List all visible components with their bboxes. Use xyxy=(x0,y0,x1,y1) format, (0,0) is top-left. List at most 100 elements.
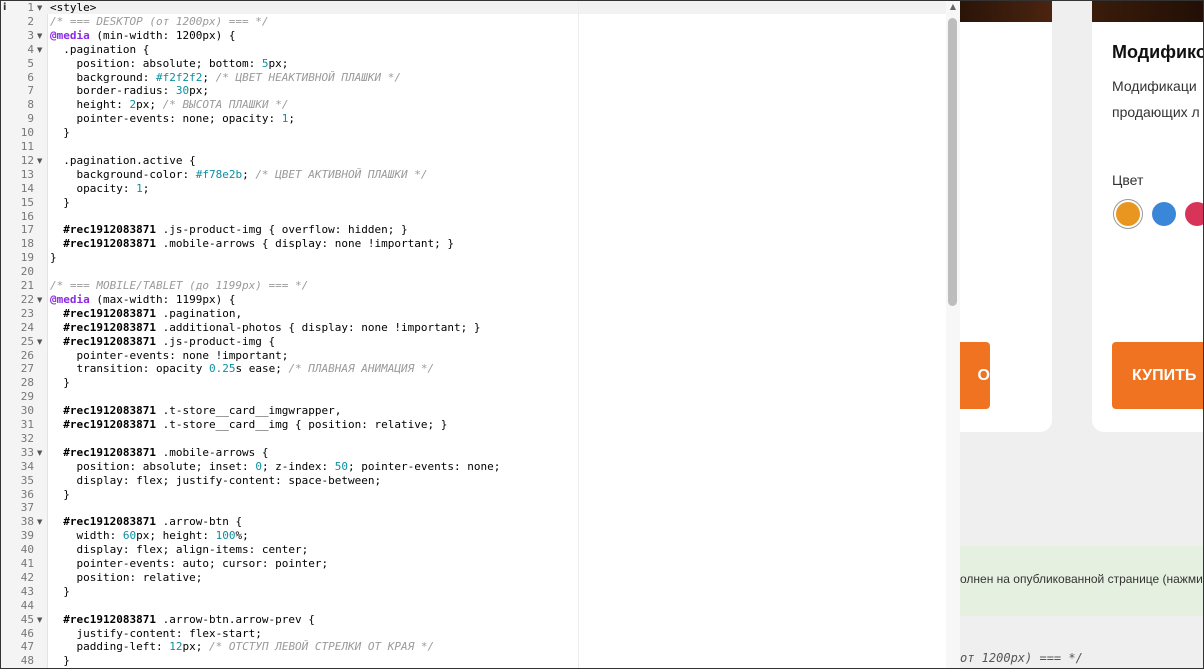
code-text: border-radius: 30px; xyxy=(50,84,209,98)
code-line[interactable]: 20 xyxy=(0,265,948,279)
code-line[interactable]: 28 } xyxy=(0,376,948,390)
fold-arrow-icon[interactable]: ▼ xyxy=(37,29,42,43)
code-line[interactable]: 21 /* === MOBILE/TABLET (до 1199px) === *… xyxy=(0,279,948,293)
code-line[interactable]: 10 } xyxy=(0,126,948,140)
fold-arrow-icon[interactable]: ▼ xyxy=(37,446,42,460)
code-line[interactable]: 3 ▼ @media (min-width: 1200px) { xyxy=(0,29,948,43)
fold-arrow-icon[interactable]: ▼ xyxy=(37,613,42,627)
code-line[interactable]: 24 #rec1912083871 .additional-photos { d… xyxy=(0,321,948,335)
code-line[interactable]: 39 width: 60px; height: 100%; xyxy=(0,529,948,543)
code-line[interactable]: 15 } xyxy=(0,196,948,210)
code-line[interactable]: 40 display: flex; align-items: center; xyxy=(0,543,948,557)
code-text: } xyxy=(50,487,70,501)
fold-arrow-icon[interactable]: ▼ xyxy=(37,293,42,307)
code-line[interactable]: 45 ▼ #rec1912083871 .arrow-btn.arrow-prev… xyxy=(0,613,948,627)
fold-arrow-icon[interactable]: ▼ xyxy=(37,335,42,349)
code-line[interactable]: 26 pointer-events: none !important; xyxy=(0,349,948,363)
scrollbar-thumb[interactable] xyxy=(948,18,957,306)
code-line[interactable]: 42 position: relative; xyxy=(0,571,948,585)
code-line[interactable]: 18 #rec1912083871 .mobile-arrows { displ… xyxy=(0,237,948,251)
code-text: pointer-events: none; opacity: 1; xyxy=(50,112,296,126)
code-line[interactable]: 44 xyxy=(0,599,948,613)
code-text: pointer-events: auto; cursor: pointer; xyxy=(50,557,329,570)
buy-button-left[interactable]: О xyxy=(960,342,990,409)
product-description-line-1: Модификаци xyxy=(1112,78,1197,94)
code-line[interactable]: 37 xyxy=(0,501,948,515)
code-text: position: absolute; bottom: 5px; xyxy=(50,56,289,70)
code-line[interactable]: 6 background: #f2f2f2; /* ЦВЕТ НЕАКТИВНО… xyxy=(0,71,948,85)
code-line[interactable]: 41 pointer-events: auto; cursor: pointer… xyxy=(0,557,948,571)
buy-button[interactable]: КУПИТЬ xyxy=(1112,342,1204,409)
code-line[interactable]: 30 #rec1912083871 .t-store__card__imgwra… xyxy=(0,404,948,418)
code-line[interactable]: 33 ▼ #rec1912083871 .mobile-arrows { xyxy=(0,446,948,460)
code-line[interactable]: 36 } xyxy=(0,488,948,502)
line-number: 7 xyxy=(27,84,34,98)
line-number: 18 xyxy=(20,237,34,251)
line-number: 44 xyxy=(20,598,34,612)
code-line[interactable]: 29 xyxy=(0,390,948,404)
product-image-left xyxy=(960,0,1052,22)
line-number: 19 xyxy=(20,251,34,265)
scroll-up-arrow-icon[interactable]: ▲ xyxy=(948,2,958,12)
fold-arrow-icon[interactable]: ▼ xyxy=(37,43,42,57)
code-line[interactable]: 34 position: absolute; inset: 0; z-index… xyxy=(0,460,948,474)
code-text: position: absolute; inset: 0; z-index: 5… xyxy=(50,459,501,473)
line-number: 45 xyxy=(20,612,34,626)
color-swatch-orange[interactable] xyxy=(1116,202,1140,226)
code-text: background: #f2f2f2; /* ЦВЕТ НЕАКТИВНОЙ … xyxy=(50,70,402,84)
line-number: 12 xyxy=(20,153,34,167)
code-text: pointer-events: none !important; xyxy=(50,348,289,362)
code-line[interactable]: 38 ▼ #rec1912083871 .arrow-btn { xyxy=(0,515,948,529)
code-line[interactable]: 7 border-radius: 30px; xyxy=(0,84,948,98)
line-number: 38 xyxy=(20,515,34,529)
code-text: } xyxy=(50,376,70,390)
color-swatch-blue[interactable] xyxy=(1152,202,1176,226)
code-line[interactable]: 1 ▼ <style> xyxy=(0,1,948,15)
line-number: 23 xyxy=(20,306,34,320)
code-line[interactable]: 5 position: absolute; bottom: 5px; xyxy=(0,57,948,71)
code-line[interactable]: 16 xyxy=(0,210,948,224)
code-line[interactable]: 11 xyxy=(0,140,948,154)
code-line[interactable]: 25 ▼ #rec1912083871 .js-product-img { xyxy=(0,335,948,349)
line-number: 2 xyxy=(27,14,34,28)
code-line[interactable]: 17 #rec1912083871 .js-product-img { over… xyxy=(0,223,948,237)
code-line[interactable]: 32 xyxy=(0,432,948,446)
code-line[interactable]: 4 ▼ .pagination { xyxy=(0,43,948,57)
fold-arrow-icon[interactable]: ▼ xyxy=(37,1,42,15)
code-text: #rec1912083871 .mobile-arrows { display:… xyxy=(63,237,454,251)
code-line[interactable]: 43 } xyxy=(0,585,948,599)
code-text: } xyxy=(50,251,57,265)
code-text: /* === MOBILE/TABLET (до 1199px) === */ xyxy=(50,279,309,292)
code-line[interactable]: 48 } xyxy=(0,654,948,668)
code-line[interactable]: 13 background-color: #f78e2b; /* ЦВЕТ АК… xyxy=(0,168,948,182)
code-line[interactable]: 23 #rec1912083871 .pagination, xyxy=(0,307,948,321)
code-line[interactable]: 22 ▼ @media (max-width: 1199px) { xyxy=(0,293,948,307)
color-swatch-red[interactable] xyxy=(1185,202,1204,226)
code-line[interactable]: 19} xyxy=(0,251,948,265)
code-text: justify-content: flex-start; xyxy=(50,626,262,640)
product-description-line-2: продающих л xyxy=(1112,104,1200,120)
code-line[interactable]: 31 #rec1912083871 .t-store__card__img { … xyxy=(0,418,948,432)
code-line[interactable]: 12 ▼ .pagination.active { xyxy=(0,154,948,168)
code-line[interactable]: 27 transition: opacity 0.25s ease; /* ПЛ… xyxy=(0,362,948,376)
code-line[interactable]: 35 display: flex; justify-content: space… xyxy=(0,474,948,488)
fold-arrow-icon[interactable]: ▼ xyxy=(37,154,42,168)
line-number: 46 xyxy=(20,626,34,640)
code-text: height: 2px; /* ВЫСОТА ПЛАШКИ */ xyxy=(50,98,289,112)
line-number: 15 xyxy=(20,195,34,209)
code-editor[interactable]: i 1 ▼ <style> 2/* === DESKTOP (от 1200px) =… xyxy=(0,0,960,669)
code-text: @media (min-width: 1200px) { xyxy=(50,28,236,42)
code-text: #rec1912083871 .js-product-img { xyxy=(63,334,276,348)
line-number: 39 xyxy=(20,529,34,543)
code-line[interactable]: 46 justify-content: flex-start; xyxy=(0,627,948,641)
code-line[interactable]: 9 pointer-events: none; opacity: 1; xyxy=(0,112,948,126)
code-line[interactable]: 47 padding-left: 12px; /* ОТСТУП ЛЕВОЙ С… xyxy=(0,640,948,654)
code-line[interactable]: 14 opacity: 1; xyxy=(0,182,948,196)
line-number: 26 xyxy=(20,348,34,362)
code-text: position: relative; xyxy=(50,570,203,584)
code-line[interactable]: 2 /* === DESKTOP (от 1200px) === */ xyxy=(0,15,948,29)
code-line[interactable]: 8 height: 2px; /* ВЫСОТА ПЛАШКИ */ xyxy=(0,98,948,112)
line-number: 43 xyxy=(20,584,34,598)
code-text: #rec1912083871 .mobile-arrows { xyxy=(63,445,269,459)
fold-arrow-icon[interactable]: ▼ xyxy=(37,515,42,529)
